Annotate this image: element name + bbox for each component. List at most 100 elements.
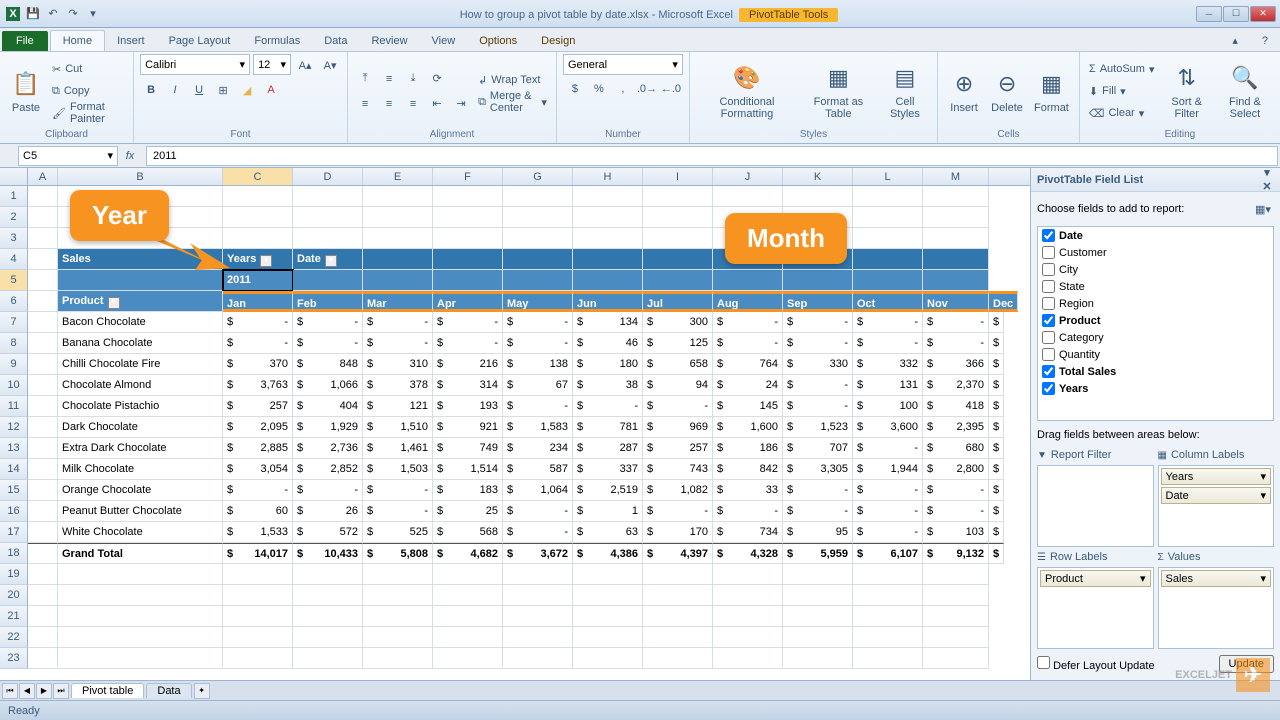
save-button[interactable]: 💾	[24, 5, 42, 23]
layout-options-button[interactable]: ▦▾	[1252, 198, 1274, 220]
cell[interactable]: $-	[573, 396, 643, 417]
cell[interactable]	[713, 627, 783, 648]
cell[interactable]	[503, 627, 573, 648]
cell[interactable]: Jan	[223, 291, 293, 312]
cell[interactable]: $-	[223, 480, 293, 501]
row-header[interactable]: 18	[0, 543, 28, 564]
cell[interactable]: $-	[923, 312, 989, 333]
cell[interactable]	[923, 627, 989, 648]
cell[interactable]	[923, 228, 989, 249]
cell[interactable]: $921	[433, 417, 503, 438]
copy-button[interactable]: ⧉Copy	[49, 81, 127, 101]
area-item[interactable]: Sales▾	[1161, 570, 1272, 587]
cell[interactable]: $370	[223, 354, 293, 375]
cell[interactable]: May	[503, 291, 573, 312]
cell[interactable]: $193	[433, 396, 503, 417]
cell[interactable]: White Chocolate	[58, 522, 223, 543]
cell[interactable]: $	[989, 333, 1004, 354]
cell[interactable]	[28, 501, 58, 522]
cell[interactable]	[433, 207, 503, 228]
col-header[interactable]: B	[58, 168, 223, 185]
row-header[interactable]: 8	[0, 333, 28, 354]
cell[interactable]	[363, 207, 433, 228]
cell[interactable]	[573, 207, 643, 228]
cell[interactable]	[783, 585, 853, 606]
cell[interactable]	[713, 606, 783, 627]
col-header[interactable]: H	[573, 168, 643, 185]
cell[interactable]: $	[989, 354, 1004, 375]
cell[interactable]	[783, 270, 853, 291]
cell[interactable]: $1,600	[713, 417, 783, 438]
cell[interactable]: $680	[923, 438, 989, 459]
cell[interactable]	[643, 228, 713, 249]
cell[interactable]: $969	[643, 417, 713, 438]
sort-filter-button[interactable]: ⇅Sort & Filter	[1160, 58, 1212, 124]
cell[interactable]	[363, 606, 433, 627]
cell[interactable]: Grand Total	[58, 543, 223, 564]
close-button[interactable]: ✕	[1250, 6, 1276, 22]
columns-area[interactable]: Years▾Date▾	[1158, 465, 1275, 547]
area-item[interactable]: Date▾	[1161, 487, 1272, 504]
cell[interactable]: Orange Chocolate	[58, 480, 223, 501]
cell[interactable]	[573, 228, 643, 249]
percent-button[interactable]: %	[588, 78, 610, 100]
cell[interactable]: $3,600	[853, 417, 923, 438]
cell[interactable]: $366	[923, 354, 989, 375]
cell[interactable]	[923, 648, 989, 669]
cell[interactable]: $314	[433, 375, 503, 396]
cell[interactable]: $1,503	[363, 459, 433, 480]
cell[interactable]	[28, 627, 58, 648]
cell[interactable]: Jun	[573, 291, 643, 312]
cell[interactable]: Banana Chocolate	[58, 333, 223, 354]
indent-dec-button[interactable]: ⇤	[426, 93, 448, 115]
cell[interactable]: $-	[923, 333, 989, 354]
col-header[interactable]: M	[923, 168, 989, 185]
cell[interactable]: $1,583	[503, 417, 573, 438]
cell[interactable]	[293, 585, 363, 606]
cell[interactable]	[28, 543, 58, 564]
field-list[interactable]: Date Customer City State Region Product …	[1037, 226, 1274, 421]
tab-view[interactable]: View	[420, 31, 468, 51]
cell[interactable]: $330	[783, 354, 853, 375]
field-row[interactable]: State	[1038, 278, 1273, 295]
tab-data[interactable]: Data	[312, 31, 359, 51]
tab-page-layout[interactable]: Page Layout	[157, 31, 243, 51]
comma-button[interactable]: ,	[612, 78, 634, 100]
cell[interactable]: $310	[363, 354, 433, 375]
cell-styles-button[interactable]: ▤Cell Styles	[879, 58, 931, 124]
cell[interactable]	[28, 228, 58, 249]
cell[interactable]	[223, 186, 293, 207]
border-button[interactable]: ⊞	[212, 79, 234, 101]
new-sheet-button[interactable]: ✦	[194, 683, 210, 699]
cell[interactable]	[363, 627, 433, 648]
cell[interactable]	[713, 270, 783, 291]
cell[interactable]: $121	[363, 396, 433, 417]
cell[interactable]	[573, 585, 643, 606]
cell[interactable]	[363, 249, 433, 270]
cell[interactable]: $145	[713, 396, 783, 417]
cell[interactable]	[28, 522, 58, 543]
cell[interactable]: $4,386	[573, 543, 643, 564]
help-icon[interactable]: ?	[1250, 31, 1280, 51]
cell[interactable]: $	[989, 417, 1004, 438]
cell[interactable]	[923, 564, 989, 585]
cell[interactable]	[573, 648, 643, 669]
font-size-combo[interactable]: 12▾	[253, 54, 291, 75]
cell[interactable]: $-	[853, 522, 923, 543]
cell[interactable]: $131	[853, 375, 923, 396]
fx-icon[interactable]: fx	[118, 145, 142, 167]
cell[interactable]: $749	[433, 438, 503, 459]
spreadsheet-grid[interactable]: ABCDEFGHIJKLM 1234SalesYears▾Date▾520116…	[0, 168, 1030, 680]
cell[interactable]: $46	[573, 333, 643, 354]
cell[interactable]	[28, 585, 58, 606]
row-header[interactable]: 13	[0, 438, 28, 459]
cell[interactable]	[223, 627, 293, 648]
italic-button[interactable]: I	[164, 79, 186, 101]
cell[interactable]: $-	[223, 312, 293, 333]
cell[interactable]: Chilli Chocolate Fire	[58, 354, 223, 375]
cell[interactable]	[643, 207, 713, 228]
rows-area[interactable]: Product▾	[1037, 567, 1154, 649]
clear-button[interactable]: ⌫ Clear▾	[1086, 103, 1158, 123]
col-header[interactable]: D	[293, 168, 363, 185]
cell[interactable]	[853, 606, 923, 627]
